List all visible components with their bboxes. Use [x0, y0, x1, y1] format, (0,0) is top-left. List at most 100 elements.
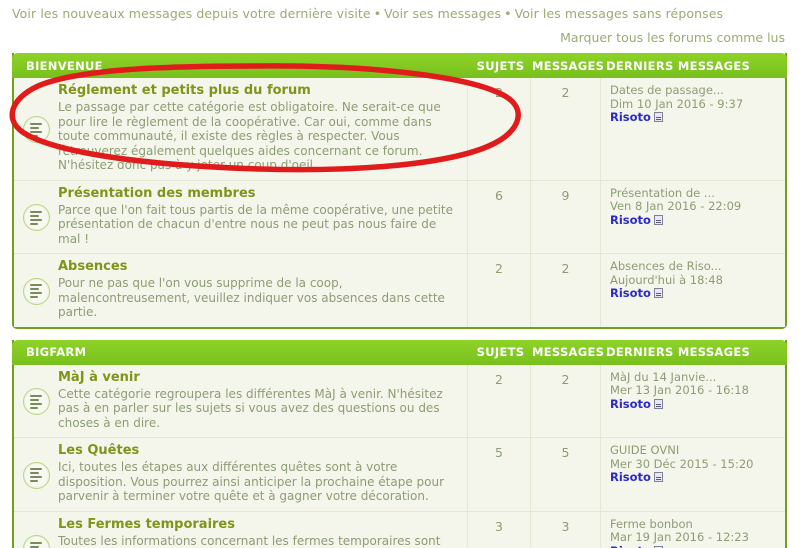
topics-count: 3	[467, 511, 530, 548]
column-header-topics: SUJETS	[476, 58, 525, 73]
forum-link[interactable]: MàJ à venir	[58, 370, 140, 385]
forum-folder-icon	[22, 388, 50, 416]
column-header-topics: SUJETS	[476, 345, 525, 359]
forum-rows-bigfarm: MàJ à venir Cette catégorie regroupera l…	[14, 364, 785, 548]
last-post-author-link[interactable]: Risoto	[610, 213, 651, 227]
column-header-posts: MESSAGES	[532, 345, 605, 359]
category-header-bigfarm: BIGFARM SUJETS MESSAGES DERNIERS MESSAGE…	[12, 339, 787, 365]
forum-info-cell: Présentation des membres Parce que l'on …	[58, 181, 467, 254]
posts-count: 2	[530, 254, 600, 327]
last-post-author-link[interactable]: Risoto	[610, 110, 651, 124]
forum-info-cell: Absences Pour ne pas que l'on vous suppr…	[58, 254, 467, 327]
last-post-date: Dim 10 Jan 2016 - 9:37	[610, 96, 744, 111]
mark-all-read-row: Marquer tous les forums comme lus	[0, 21, 799, 45]
forum-link[interactable]: Les Quêtes	[58, 443, 139, 458]
last-post-author-link[interactable]: Risoto	[610, 397, 651, 411]
table-row[interactable]: Absences Pour ne pas que l'on vous suppr…	[14, 254, 785, 327]
forum-link[interactable]: Présentation des membres	[58, 186, 256, 201]
column-headers: SUJETS MESSAGES DERNIERS MESSAGES	[469, 53, 787, 78]
forum-description: Ici, toutes les étapes aux différentes q…	[58, 460, 445, 503]
forum-status-cell	[14, 365, 58, 438]
last-post-topic-link[interactable]: Dates de passage...	[610, 83, 724, 97]
category-block-bienvenue: BIENVENUE SUJETS MESSAGES DERNIERS MESSA…	[12, 53, 787, 329]
table-row[interactable]: Les Fermes temporaires Toutes les inform…	[14, 511, 785, 548]
last-post-cell: Absences de Riso... Aujourd'hui à 18:48 …	[600, 254, 785, 327]
last-post-author-link[interactable]: Risoto	[610, 544, 651, 548]
mark-all-forums-read-link[interactable]: Marquer tous les forums comme lus	[560, 30, 785, 45]
last-post-date: Mar 19 Jan 2016 - 12:23	[610, 530, 749, 544]
last-post-topic-link[interactable]: MàJ du 14 Janvie...	[610, 370, 716, 384]
category-title: BIENVENUE	[26, 58, 103, 73]
forum-info-cell: MàJ à venir Cette catégorie regroupera l…	[58, 365, 467, 438]
forum-folder-icon	[22, 461, 50, 489]
last-post-date: Mer 13 Jan 2016 - 16:18	[610, 383, 749, 397]
column-header-posts: MESSAGES	[532, 58, 605, 73]
posts-count: 9	[530, 180, 600, 253]
posts-count: 2	[530, 78, 600, 180]
category-block-bigfarm: BIGFARM SUJETS MESSAGES DERNIERS MESSAGE…	[12, 339, 787, 548]
posts-count: 5	[530, 438, 600, 511]
last-post-cell: MàJ du 14 Janvie... Mer 13 Jan 2016 - 16…	[600, 364, 785, 437]
forum-description: Pour ne pas que l'on vous supprime de la…	[58, 276, 445, 319]
forum-description: Cette catégorie regroupera les différent…	[58, 386, 443, 430]
topics-count: 2	[467, 364, 530, 437]
link-new-messages[interactable]: Voir les nouveaux messages depuis votre …	[12, 6, 371, 21]
topics-count: 2	[467, 78, 530, 180]
last-post-cell: Ferme bonbon Mar 19 Jan 2016 - 12:23 Ris…	[600, 511, 785, 548]
last-post-topic-link[interactable]: Absences de Riso...	[610, 259, 722, 273]
topics-count: 6	[467, 180, 530, 253]
topics-count: 5	[467, 438, 530, 511]
forum-folder-icon	[22, 277, 50, 305]
forum-link[interactable]: Réglement et petits plus du forum	[58, 83, 311, 98]
forum-info-cell: Les Fermes temporaires Toutes les inform…	[58, 512, 467, 548]
last-post-date: Mer 30 Déc 2015 - 15:20	[610, 456, 754, 471]
forum-folder-icon	[22, 116, 50, 144]
table-row[interactable]: Réglement et petits plus du forum Le pas…	[14, 78, 785, 181]
nav-separator-1: •	[373, 6, 382, 21]
topics-count: 2	[467, 254, 530, 327]
table-row[interactable]: MàJ à venir Cette catégorie regroupera l…	[14, 364, 785, 438]
forum-folder-icon	[22, 535, 50, 548]
last-post-topic-link[interactable]: Présentation de ...	[610, 186, 715, 200]
forum-folder-icon	[22, 204, 50, 232]
goto-last-post-icon[interactable]	[653, 288, 663, 298]
column-header-last-posts: DERNIERS MESSAGES	[606, 58, 751, 73]
column-header-last-posts: DERNIERS MESSAGES	[606, 345, 751, 359]
category-title: BIGFARM	[26, 345, 87, 359]
forum-status-cell	[14, 78, 58, 180]
forum-status-cell	[14, 181, 58, 254]
forum-link[interactable]: Absences	[58, 259, 127, 274]
nav-separator-2: •	[504, 6, 512, 21]
table-row[interactable]: Les Quêtes Ici, toutes les étapes aux di…	[14, 438, 785, 512]
forum-link[interactable]: Les Fermes temporaires	[58, 517, 235, 532]
goto-last-post-icon[interactable]	[653, 112, 663, 122]
last-post-date: Aujourd'hui à 18:48	[610, 272, 723, 287]
forum-info-cell: Les Quêtes Ici, toutes les étapes aux di…	[58, 438, 467, 511]
table-row[interactable]: Présentation des membres Parce que l'on …	[14, 180, 785, 254]
link-unanswered-messages[interactable]: Voir les messages sans réponses	[515, 6, 724, 21]
goto-last-post-icon[interactable]	[653, 472, 663, 482]
forum-description: Le passage par cette catégorie est oblig…	[58, 100, 441, 172]
top-navigation-links: Voir les nouveaux messages depuis votre …	[0, 0, 799, 21]
last-post-author-link[interactable]: Risoto	[610, 470, 651, 484]
last-post-topic-link[interactable]: GUIDE OVNI	[610, 443, 679, 457]
posts-count: 2	[530, 364, 600, 437]
last-post-cell: Présentation de ... Ven 8 Jan 2016 - 22:…	[600, 180, 785, 253]
goto-last-post-icon[interactable]	[653, 214, 663, 225]
forum-info-cell: Réglement et petits plus du forum Le pas…	[58, 78, 467, 180]
last-post-author-link[interactable]: Risoto	[610, 286, 651, 300]
goto-last-post-icon[interactable]	[653, 398, 663, 409]
forum-index-page: Voir les nouveaux messages depuis votre …	[0, 0, 799, 548]
link-own-messages[interactable]: Voir ses messages	[384, 6, 501, 21]
category-header-bienvenue: BIENVENUE SUJETS MESSAGES DERNIERS MESSA…	[12, 53, 787, 78]
forum-status-cell	[14, 512, 58, 548]
forum-rows-bienvenue: Réglement et petits plus du forum Le pas…	[14, 78, 785, 327]
last-post-date: Ven 8 Jan 2016 - 22:09	[610, 199, 742, 213]
last-post-cell: Dates de passage... Dim 10 Jan 2016 - 9:…	[600, 78, 785, 180]
forum-status-cell	[14, 254, 58, 327]
forum-status-cell	[14, 438, 58, 511]
column-headers: SUJETS MESSAGES DERNIERS MESSAGES	[469, 340, 787, 365]
forum-description: Parce que l'on fait tous partis de la mê…	[58, 202, 454, 246]
posts-count: 3	[530, 511, 600, 548]
last-post-topic-link[interactable]: Ferme bonbon	[610, 517, 693, 531]
